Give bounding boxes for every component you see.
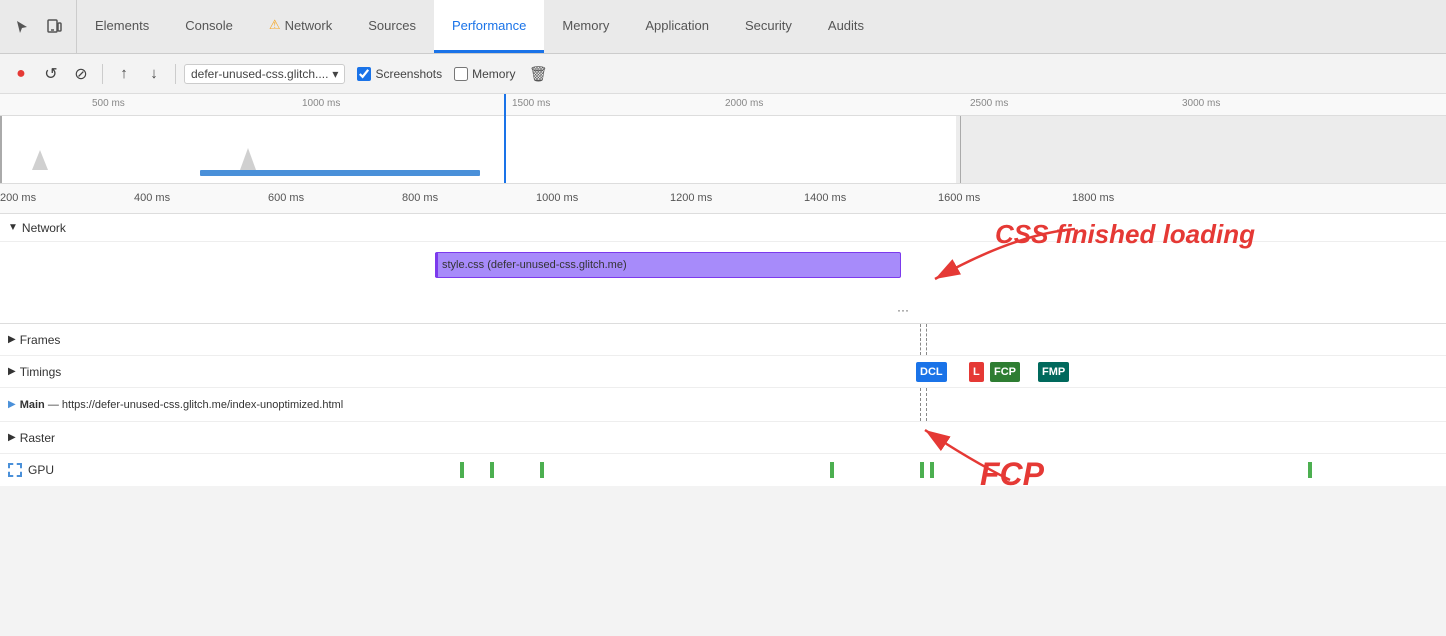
css-resource-bar[interactable]: style.css (defer-unused-css.glitch.me) [435,252,901,278]
tab-elements[interactable]: Elements [77,0,167,53]
clear-button[interactable]: 🗑 [525,61,551,87]
tick-3000ms: 3000 ms [1182,98,1220,109]
tab-console[interactable]: Console [167,0,251,53]
memory-checkbox[interactable] [454,67,468,81]
warning-icon: ⚠ [269,17,281,33]
css-finished-label: CSS finished loading [995,219,1255,250]
rule-1000ms: 1000 ms [536,192,578,204]
memory-checkbox-label[interactable]: Memory [454,67,515,81]
fcp-label: FCP [980,456,1044,493]
stop-button[interactable]: ⊘ [68,61,94,87]
screenshots-checkbox-label[interactable]: Screenshots [357,67,442,81]
frames-label[interactable]: ▶ Frames [0,333,400,347]
record-button[interactable]: ● [8,61,34,87]
rule-800ms: 800 ms [402,192,438,204]
play-icon: ▶ [8,399,16,410]
gpu-row: GPU [0,454,1446,486]
spike-1 [32,150,48,170]
vline-main-2 [926,388,927,421]
gpu-label[interactable]: GPU [0,463,400,477]
tab-application[interactable]: Application [627,0,727,53]
divider-2 [175,64,176,84]
reload-button[interactable]: ↺ [38,61,64,87]
cursor-icon[interactable] [10,15,34,39]
top-ruler: 500 ms 1000 ms 1500 ms 2000 ms 2500 ms 3… [0,94,1446,116]
main-label[interactable]: ▶ Main — https://defer-unused-css.glitch… [0,399,400,411]
l-badge: L [969,362,984,382]
vertical-line-grey [960,116,961,184]
main-row: ▶ Main — https://defer-unused-css.glitch… [0,388,1446,422]
main-timeline: FCP [400,388,1446,421]
tab-performance[interactable]: Performance [434,0,544,53]
rule-1200ms: 1200 ms [670,192,712,204]
fcp-badge: FCP [990,362,1020,382]
tab-sources[interactable]: Sources [350,0,434,53]
tick-2500ms: 2500 ms [970,98,1008,109]
rule-1800ms: 1800 ms [1072,192,1114,204]
main-thread-bar [200,170,480,176]
expand-arrow-raster: ▶ [8,432,16,443]
frames-row: ▶ Frames [0,324,1446,356]
gpu-bar-4 [830,462,834,478]
css-finished-annotation: CSS finished loading [895,224,1095,307]
gpu-bar-3 [540,462,544,478]
upload-button[interactable]: ↑ [111,61,137,87]
tab-memory[interactable]: Memory [544,0,627,53]
toolbar: ● ↺ ⊘ ↑ ↓ defer-unused-css.glitch.... ▾ … [0,54,1446,94]
rule-1600ms: 1600 ms [938,192,980,204]
divider-1 [102,64,103,84]
rule-1400ms: 1400 ms [804,192,846,204]
chevron-down-icon: ▾ [332,67,338,81]
expand-arrow-frames: ▶ [8,334,16,345]
tab-network[interactable]: ⚠ Network [251,0,350,53]
collapse-arrow-network: ▼ [8,222,18,233]
spike-2 [240,148,256,170]
gpu-bar-2 [490,462,494,478]
dcl-badge: DCL [916,362,947,382]
gpu-dashed-icon [8,463,22,477]
left-edge-line [0,116,2,184]
tick-500ms: 500 ms [92,98,125,109]
tab-bar: Elements Console ⚠ Network Sources Perfo… [0,0,1446,54]
vline-frames-1 [920,324,921,355]
tab-security[interactable]: Security [727,0,810,53]
devtools-icons [0,0,77,53]
expand-arrow-timings: ▶ [8,366,16,377]
rule-400ms: 400 ms [134,192,170,204]
gpu-bar-1 [460,462,464,478]
rule-200ms: 200 ms [0,192,36,204]
timeline-minimap-area: 500 ms 1000 ms 1500 ms 2000 ms 2500 ms 3… [0,94,1446,184]
minimap-overlay [956,116,1446,184]
download-button[interactable]: ↓ [141,61,167,87]
timings-row: ▶ Timings DCL L FCP FMP [0,356,1446,388]
profile-select[interactable]: defer-unused-css.glitch.... ▾ [184,64,345,84]
gpu-bar-7 [1308,462,1312,478]
screenshots-checkbox[interactable] [357,67,371,81]
memory-checkbox-group: Memory [454,67,515,81]
timings-label[interactable]: ▶ Timings [0,365,400,379]
tick-1500ms: 1500 ms [512,98,550,109]
fcp-annotation: FCP [890,420,1050,493]
device-icon[interactable] [42,15,66,39]
timeline-marker-blue [504,94,506,116]
screenshots-checkbox-group: Screenshots [357,67,442,81]
tab-audits[interactable]: Audits [810,0,882,53]
main-ruler: 200 ms 400 ms 600 ms 800 ms 1000 ms 1200… [0,184,1446,214]
bottom-sections: ▶ Frames ▶ Timings DCL L FCP FMP ▶ [0,324,1446,486]
network-section: ▼ Network style.css (defer-unused-css.gl… [0,214,1446,324]
frames-timeline [400,324,1446,355]
timeline-minimap[interactable] [0,116,1446,184]
vline-frames-2 [926,324,927,355]
tick-1000ms: 1000 ms [302,98,340,109]
rule-600ms: 600 ms [268,192,304,204]
fmp-badge: FMP [1038,362,1069,382]
timings-timeline: DCL L FCP FMP [400,356,1446,387]
tick-2000ms: 2000 ms [725,98,763,109]
raster-label[interactable]: ▶ Raster [0,431,400,445]
vline-main-1 [920,388,921,421]
raster-row: ▶ Raster [0,422,1446,454]
vertical-line-blue [504,116,506,184]
